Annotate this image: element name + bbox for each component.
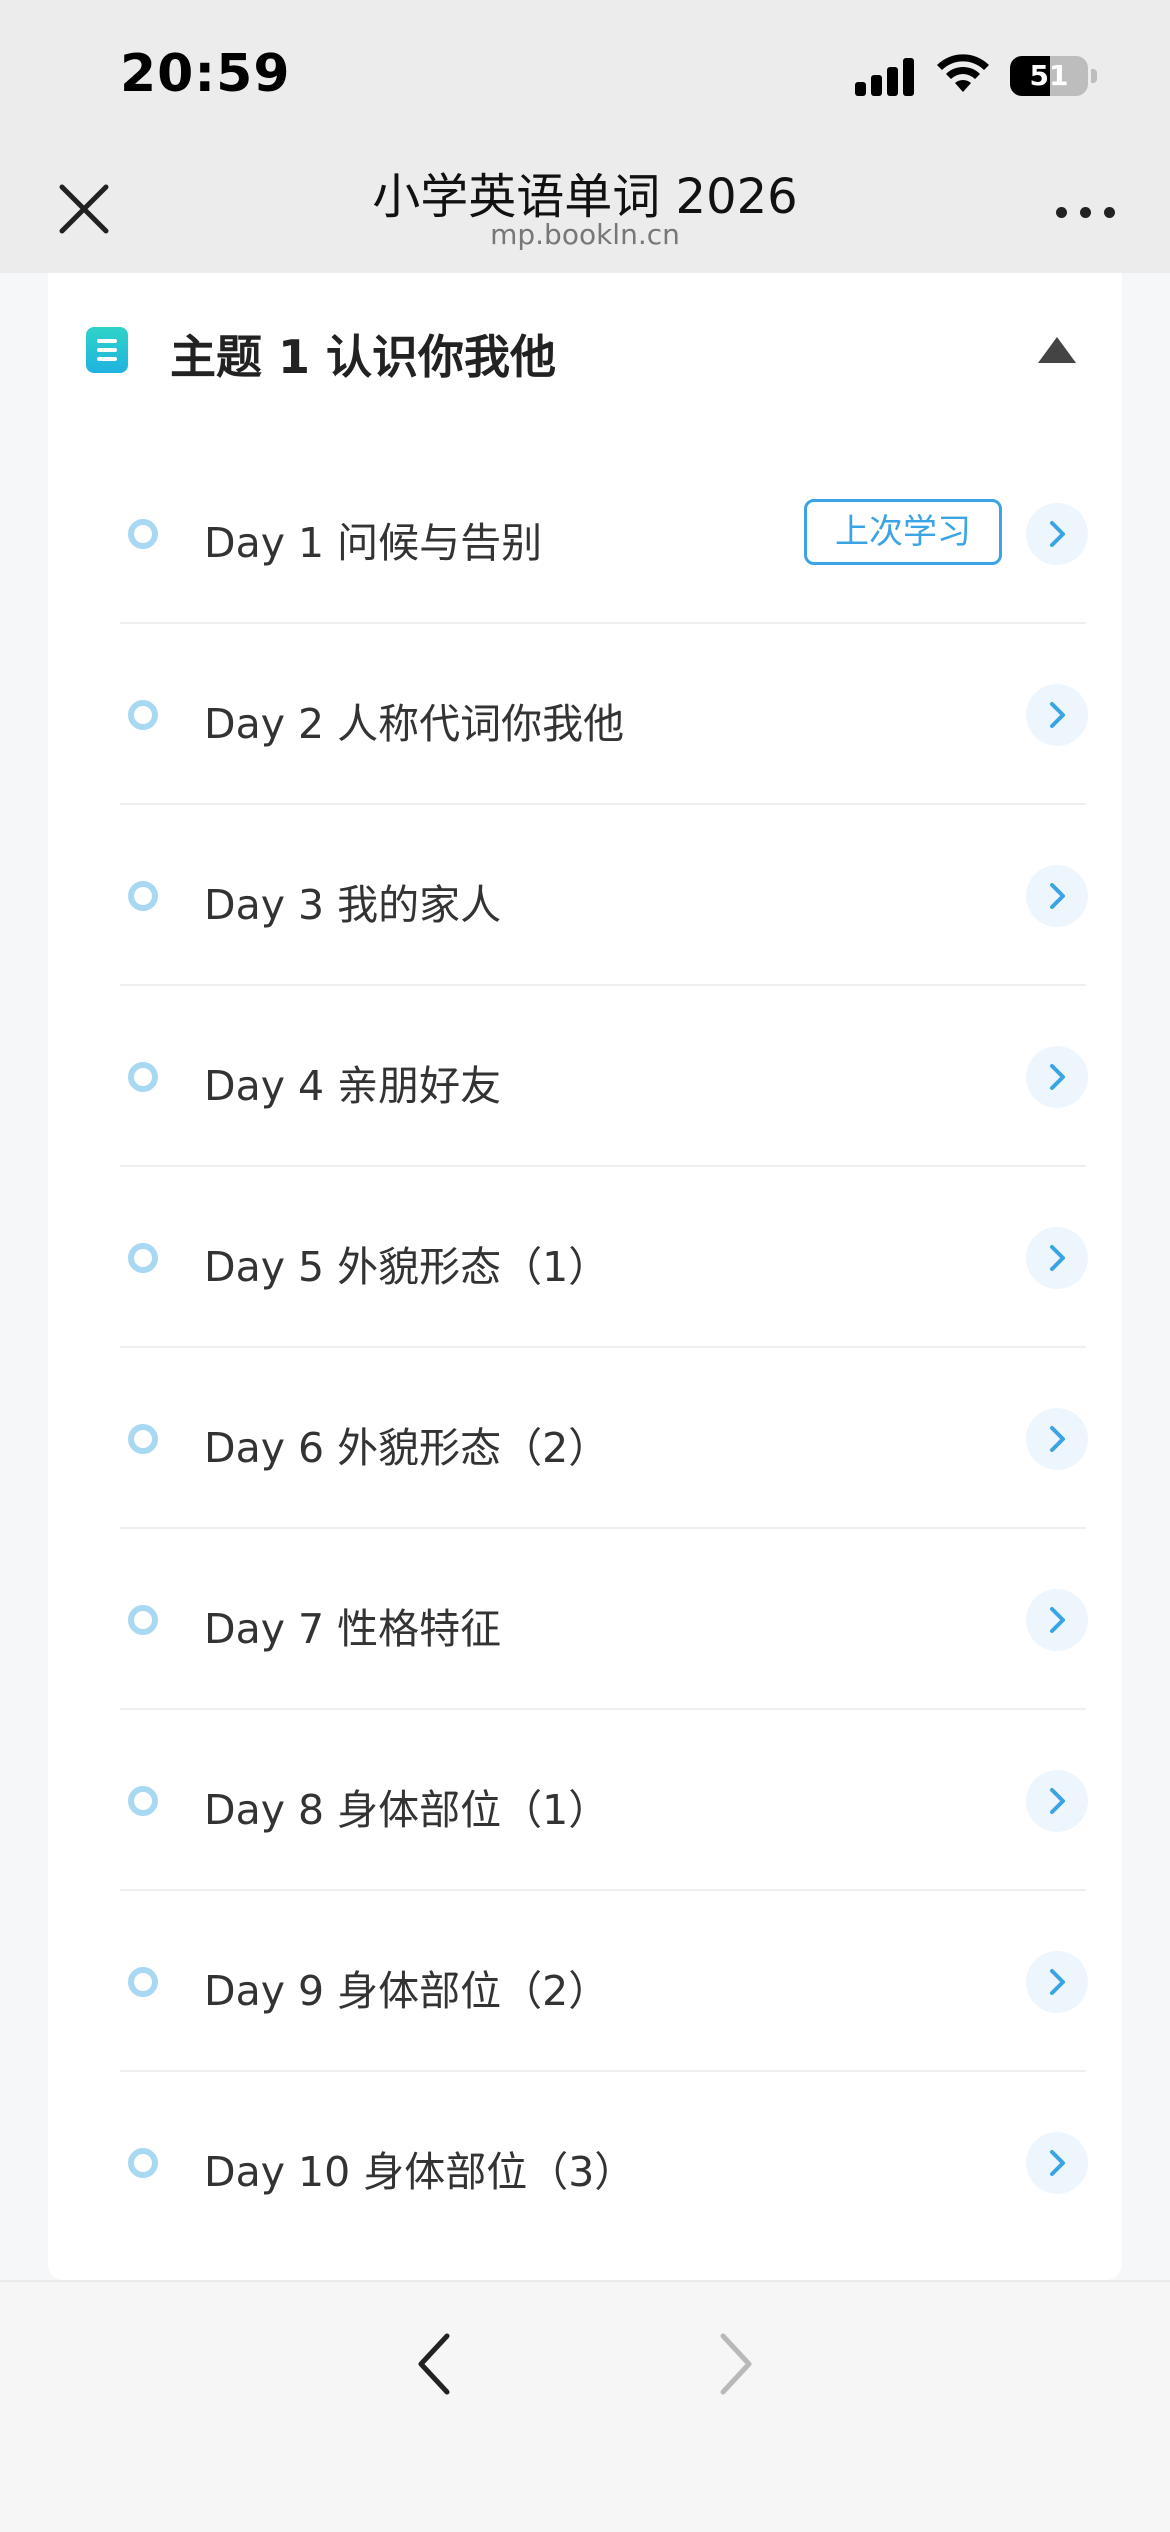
lesson-item[interactable]: Day 5 外貌形态（1） [48, 1167, 1122, 1348]
status-bar: 20:59 51 [0, 0, 1170, 145]
lesson-item[interactable]: Day 9 身体部位（2） [48, 1891, 1122, 2072]
chevron-right-icon[interactable] [1026, 1408, 1088, 1470]
chevron-right-icon[interactable] [1026, 1227, 1088, 1289]
chevron-right-icon[interactable] [1026, 684, 1088, 746]
progress-dot-icon [128, 1605, 158, 1635]
progress-dot-icon [128, 1967, 158, 1997]
wifi-icon [937, 54, 989, 92]
battery-cap [1091, 69, 1097, 83]
lesson-label: Day 4 亲朋好友 [204, 1062, 502, 1110]
progress-dot-icon [128, 519, 158, 549]
progress-dot-icon [128, 1786, 158, 1816]
lesson-label: Day 3 我的家人 [204, 881, 502, 929]
lesson-label: Day 10 身体部位（3） [204, 2148, 636, 2196]
lesson-label: Day 9 身体部位（2） [204, 1967, 610, 2015]
battery-icon: 51 [1010, 56, 1088, 96]
chevron-right-icon[interactable] [1026, 865, 1088, 927]
chevron-right-icon[interactable] [1026, 1046, 1088, 1108]
section-header[interactable]: 主题 1 认识你我他 [48, 273, 1122, 423]
bottom-toolbar [0, 2280, 1170, 2532]
last-studied-badge: 上次学习 [804, 499, 1002, 565]
lesson-label: Day 1 问候与告别 [204, 519, 543, 567]
status-time: 20:59 [120, 44, 291, 104]
cellular-signal-icon [855, 56, 915, 96]
lesson-item[interactable]: Day 10 身体部位（3） [48, 2072, 1122, 2253]
progress-dot-icon [128, 1424, 158, 1454]
document-icon [86, 327, 128, 373]
page-title: 小学英语单词 2026 [372, 169, 798, 225]
progress-dot-icon [128, 881, 158, 911]
lesson-item[interactable]: Day 7 性格特征 [48, 1529, 1122, 1710]
more-icon[interactable] [1050, 197, 1120, 227]
battery-level: 51 [1029, 59, 1069, 92]
chevron-right-icon[interactable] [1026, 1770, 1088, 1832]
lesson-item[interactable]: Day 4 亲朋好友 [48, 986, 1122, 1167]
chevron-right-icon[interactable] [1026, 2132, 1088, 2194]
page-domain: mp.bookln.cn [490, 218, 680, 251]
collapse-triangle-icon[interactable] [1038, 337, 1076, 363]
progress-dot-icon [128, 1062, 158, 1092]
chevron-left-icon[interactable] [405, 2324, 465, 2404]
lesson-item[interactable]: Day 3 我的家人 [48, 805, 1122, 986]
lesson-label: Day 7 性格特征 [204, 1605, 502, 1653]
lesson-label: Day 6 外貌形态（2） [204, 1424, 610, 1472]
chevron-right-icon[interactable] [1026, 1951, 1088, 2013]
chevron-right-icon[interactable] [705, 2324, 765, 2404]
chevron-right-icon[interactable] [1026, 1589, 1088, 1651]
chevron-right-icon[interactable] [1026, 503, 1088, 565]
lesson-label: Day 8 身体部位（1） [204, 1786, 610, 1834]
lesson-item[interactable]: Day 8 身体部位（1） [48, 1710, 1122, 1891]
progress-dot-icon [128, 1243, 158, 1273]
page: 20:59 51 小学英语单词 2026 mp.bookln.cn 主题 1 认… [0, 0, 1170, 2532]
lesson-item[interactable]: Day 6 外貌形态（2） [48, 1348, 1122, 1529]
lesson-label: Day 2 人称代词你我他 [204, 700, 625, 748]
lesson-item[interactable]: Day 2 人称代词你我他 [48, 624, 1122, 805]
lesson-label: Day 5 外貌形态（1） [204, 1243, 610, 1291]
section-title: 主题 1 认识你我他 [170, 330, 557, 384]
progress-dot-icon [128, 2148, 158, 2178]
nav-bar: 小学英语单词 2026 mp.bookln.cn [0, 145, 1170, 273]
progress-dot-icon [128, 700, 158, 730]
lesson-list: Day 1 问候与告别 上次学习 Day 2 人称代词你我他 Day 3 我的家人 Da… [48, 443, 1122, 2253]
lesson-item[interactable]: Day 1 问候与告别 上次学习 [48, 443, 1122, 624]
topic-card: 主题 1 认识你我他 Day 1 问候与告别 上次学习 Day 2 人称代词你我他 D… [48, 273, 1122, 2280]
